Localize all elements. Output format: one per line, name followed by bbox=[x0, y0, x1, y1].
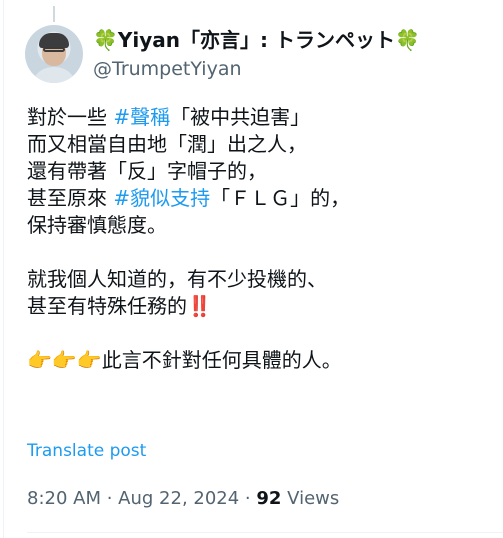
translate-post-link[interactable]: Translate post bbox=[27, 441, 146, 461]
post-text: 對於一些 #聲稱「被中共迫害」 而又相當自由地「潤」出之人， 還有帶著「反」字帽… bbox=[27, 104, 487, 374]
text-segment: 甚至有特殊任務的‼️ bbox=[27, 294, 212, 318]
post-header: 🍀Yiyan「亦言」: トランペット🍀 @TrumpetYiyan bbox=[25, 25, 420, 83]
post-line: 就我個人知道的，有不少投機的、 bbox=[27, 266, 487, 293]
text-segment: 而又相當自由地「潤」出之人， bbox=[27, 132, 307, 156]
hashtag-link[interactable]: #貌似支持 bbox=[113, 186, 210, 210]
text-segment: 👉👉👉此言不針對任何具體的人。 bbox=[27, 348, 342, 372]
text-segment: 保持審慎態度。 bbox=[27, 213, 167, 237]
text-segment: 對於一些 bbox=[27, 105, 114, 129]
text-segment: 「ＦＬＧ」的， bbox=[210, 186, 351, 210]
avatar[interactable] bbox=[25, 25, 83, 83]
post-line: 保持審慎態度。 bbox=[27, 212, 487, 239]
text-segment: 「被中共迫害」 bbox=[170, 105, 311, 129]
post-line: 對於一些 #聲稱「被中共迫害」 bbox=[27, 104, 487, 131]
avatar-hair bbox=[39, 33, 69, 48]
avatar-glasses bbox=[43, 47, 65, 52]
post-time[interactable]: 8:20 AM bbox=[27, 488, 101, 509]
avatar-shirt bbox=[31, 67, 77, 83]
post-meta: 8:20 AM · Aug 22, 2024 · 92 Views bbox=[27, 488, 339, 509]
post-line: 👉👉👉此言不針對任何具體的人。 bbox=[27, 347, 487, 374]
meta-separator: · bbox=[239, 488, 257, 509]
text-segment: 就我個人知道的，有不少投機的、 bbox=[27, 267, 327, 291]
post-line: 而又相當自由地「潤」出之人， bbox=[27, 131, 487, 158]
author-handle[interactable]: @TrumpetYiyan bbox=[93, 56, 420, 82]
views-label: Views bbox=[287, 488, 340, 509]
author-names: 🍀Yiyan「亦言」: トランペット🍀 @TrumpetYiyan bbox=[93, 27, 420, 82]
thread-connector-line bbox=[53, 6, 55, 22]
author-display-name[interactable]: 🍀Yiyan「亦言」: トランペット🍀 bbox=[93, 27, 420, 53]
hashtag-link[interactable]: #聲稱 bbox=[113, 105, 170, 129]
views-count: 92 bbox=[256, 488, 282, 509]
post-line: 還有帶著「反」字帽子的， bbox=[27, 158, 487, 185]
post-date[interactable]: Aug 22, 2024 bbox=[118, 488, 239, 509]
post-line: 甚至有特殊任務的‼️ bbox=[27, 293, 487, 320]
meta-separator: · bbox=[101, 488, 119, 509]
text-segment: 甚至原來 bbox=[27, 186, 114, 210]
divider bbox=[27, 532, 503, 533]
text-segment: 還有帶著「反」字帽子的， bbox=[27, 159, 267, 183]
frame-border bbox=[3, 0, 4, 538]
post-line: 甚至原來 #貌似支持「ＦＬＧ」的， bbox=[27, 185, 487, 212]
